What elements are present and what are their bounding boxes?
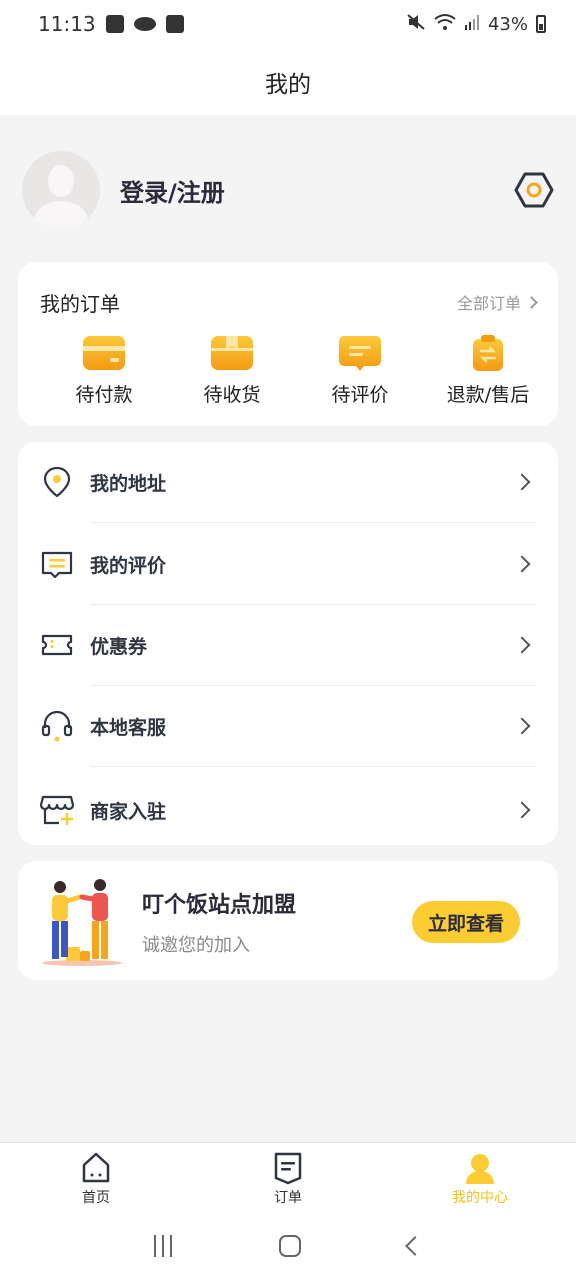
home-button-icon[interactable] bbox=[278, 1235, 301, 1257]
avatar-head bbox=[48, 165, 74, 197]
avatar-body bbox=[34, 201, 88, 229]
login-register-link[interactable]: 登录/注册 bbox=[120, 173, 225, 208]
home-icon bbox=[82, 1152, 110, 1183]
back-icon[interactable] bbox=[405, 1236, 426, 1256]
chevron-right-icon bbox=[513, 717, 531, 735]
location-pin-icon bbox=[40, 465, 74, 499]
promo-title: 叮个饭站点加盟 bbox=[142, 893, 297, 918]
page-header: 我的 bbox=[0, 48, 576, 115]
gallery-icon bbox=[105, 15, 124, 33]
status-right: 43% bbox=[406, 13, 546, 36]
package-icon bbox=[210, 334, 254, 372]
divider bbox=[90, 522, 536, 523]
wallet-icon bbox=[82, 334, 126, 372]
cloud-icon bbox=[133, 17, 156, 31]
recent-apps-icon[interactable] bbox=[153, 1235, 172, 1257]
comment-icon bbox=[338, 334, 382, 372]
order-label: 待收货 bbox=[203, 384, 261, 406]
nav-home[interactable]: 首页 bbox=[0, 1143, 192, 1212]
menu-item-coupons[interactable]: 优惠券 bbox=[18, 605, 558, 685]
menu-label: 优惠券 bbox=[90, 635, 148, 658]
chevron-right-icon bbox=[525, 295, 538, 309]
order-pending-review[interactable]: 待评价 bbox=[310, 334, 410, 407]
menu-label: 商家入驻 bbox=[90, 800, 167, 823]
nav-label: 订单 bbox=[274, 1190, 302, 1206]
orders-card: 我的订单 全部订单 待付款 待收货 待评价 退款/售后 bbox=[18, 262, 558, 426]
order-pending-payment[interactable]: 待付款 bbox=[54, 334, 154, 407]
page-title: 我的 bbox=[265, 71, 311, 98]
settings-icon[interactable] bbox=[514, 170, 554, 210]
status-time: 11:13 bbox=[38, 12, 96, 36]
bottom-nav: 首页 订单 我的中心 bbox=[0, 1142, 576, 1212]
chevron-right-icon bbox=[513, 555, 531, 573]
franchise-promo-card[interactable]: 叮个饭站点加盟 诚邀您的加入 立即查看 bbox=[18, 861, 558, 980]
mute-icon bbox=[406, 13, 426, 36]
menu-label: 我的评价 bbox=[90, 554, 167, 577]
coupon-icon bbox=[40, 628, 74, 662]
chevron-right-icon bbox=[513, 801, 531, 819]
battery-icon bbox=[536, 15, 546, 33]
nav-label: 我的中心 bbox=[452, 1190, 508, 1206]
order-pending-receipt[interactable]: 待收货 bbox=[182, 334, 282, 407]
status-left: 11:13 bbox=[38, 12, 184, 36]
order-label: 待付款 bbox=[75, 384, 133, 406]
nav-orders[interactable]: 订单 bbox=[192, 1143, 384, 1212]
all-orders-link[interactable]: 全部订单 bbox=[456, 290, 538, 314]
all-orders-label: 全部订单 bbox=[456, 294, 521, 313]
signal-icon bbox=[464, 13, 480, 36]
chevron-right-icon bbox=[513, 636, 531, 654]
nav-my-center[interactable]: 我的中心 bbox=[384, 1143, 576, 1212]
order-refund[interactable]: 退款/售后 bbox=[438, 334, 538, 407]
avatar[interactable] bbox=[22, 151, 100, 229]
user-icon bbox=[466, 1154, 494, 1184]
view-now-button[interactable]: 立即查看 bbox=[412, 901, 520, 943]
wifi-icon bbox=[434, 13, 456, 36]
menu-item-customer-service[interactable]: 本地客服 bbox=[18, 686, 558, 766]
handshake-illustration bbox=[40, 877, 124, 967]
shop-icon bbox=[39, 793, 75, 827]
headset-icon bbox=[40, 709, 74, 743]
check-icon bbox=[165, 15, 184, 33]
order-label: 待评价 bbox=[331, 384, 389, 406]
menu-item-reviews[interactable]: 我的评价 bbox=[18, 524, 558, 604]
order-label: 退款/售后 bbox=[446, 384, 530, 406]
divider bbox=[90, 766, 536, 767]
nav-label: 首页 bbox=[82, 1190, 110, 1206]
battery-percent: 43% bbox=[487, 13, 528, 35]
refund-icon bbox=[466, 334, 510, 372]
menu-card: 我的地址 我的评价 优惠券 本地客服 商家入驻 bbox=[18, 442, 558, 845]
menu-item-merchant-join[interactable]: 商家入驻 bbox=[18, 770, 558, 850]
orders-title: 我的订单 bbox=[40, 292, 120, 316]
menu-item-address[interactable]: 我的地址 bbox=[18, 442, 558, 522]
promo-subtitle: 诚邀您的加入 bbox=[142, 935, 250, 956]
system-nav-bar bbox=[0, 1212, 576, 1280]
chevron-right-icon bbox=[513, 473, 531, 491]
profile-section[interactable]: 登录/注册 bbox=[22, 148, 554, 232]
menu-label: 我的地址 bbox=[90, 472, 167, 495]
menu-label: 本地客服 bbox=[90, 716, 167, 739]
message-icon bbox=[40, 547, 74, 581]
orders-row: 待付款 待收货 待评价 退款/售后 bbox=[18, 334, 558, 407]
order-icon bbox=[274, 1152, 302, 1185]
status-bar: 11:13 43% bbox=[0, 0, 576, 48]
